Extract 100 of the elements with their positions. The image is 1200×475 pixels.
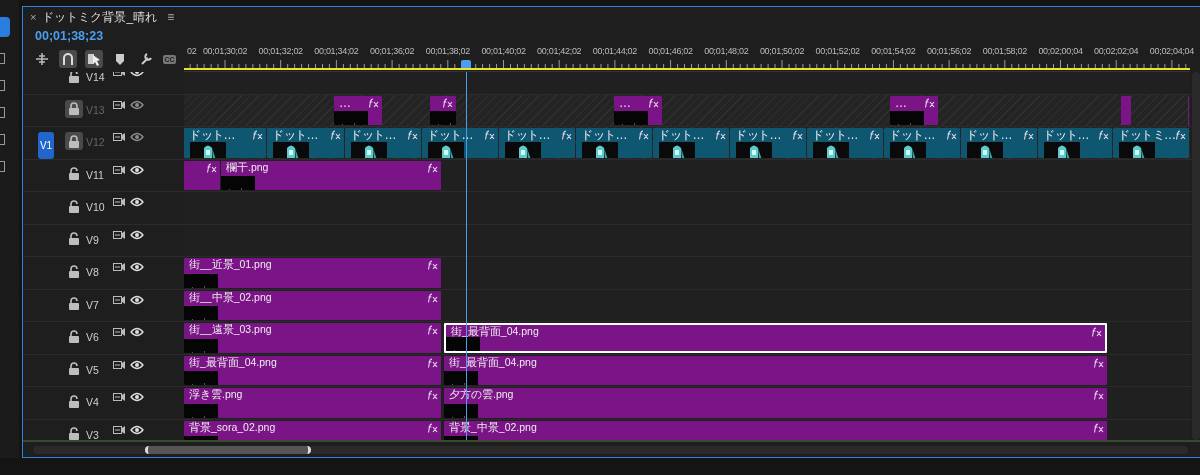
clip[interactable]: 欄干.png xyxy=(221,160,441,190)
fx-icon[interactable] xyxy=(407,130,418,140)
horizontal-scrollbar[interactable] xyxy=(33,445,1188,454)
film-icon[interactable] xyxy=(113,197,125,207)
clip[interactable]: … xyxy=(890,95,938,125)
fx-icon[interactable] xyxy=(1093,390,1104,400)
tool-icon[interactable] xyxy=(0,80,5,91)
clip[interactable]: ドット… xyxy=(1038,128,1112,158)
fx-icon[interactable] xyxy=(442,97,453,108)
menu-button[interactable]: ≡ xyxy=(167,10,175,24)
fx-icon[interactable] xyxy=(1091,327,1102,337)
close-button[interactable]: × xyxy=(30,11,37,23)
clip[interactable] xyxy=(1121,95,1131,125)
track-label[interactable]: V11 xyxy=(86,168,108,181)
track-label[interactable]: V3 xyxy=(86,428,108,440)
clip[interactable] xyxy=(430,95,456,125)
fx-icon[interactable] xyxy=(427,390,438,400)
fx-icon[interactable] xyxy=(427,325,438,335)
clip[interactable] xyxy=(184,160,220,190)
time-label: 00;01;42;02 xyxy=(537,46,582,56)
fx-icon[interactable] xyxy=(715,130,726,140)
clip[interactable]: 街_最背面_04.png xyxy=(184,355,441,385)
time-label: 00;02;04;04 xyxy=(1149,46,1194,56)
fx-icon[interactable] xyxy=(484,130,495,140)
film-icon[interactable] xyxy=(113,424,125,435)
sequence-tab[interactable]: ドットミク背景_晴れ xyxy=(42,8,158,26)
clip-name: ドット… xyxy=(581,128,627,142)
clip[interactable]: ドット… xyxy=(653,128,729,158)
film-icon[interactable] xyxy=(113,294,125,305)
film-icon[interactable] xyxy=(113,262,125,272)
tool-icon[interactable] xyxy=(0,107,5,118)
clip[interactable]: ドット… xyxy=(807,128,883,158)
clip[interactable]: … xyxy=(334,95,382,125)
fx-icon[interactable] xyxy=(638,130,649,140)
film-icon[interactable] xyxy=(113,229,125,240)
clip[interactable]: ドットミ… xyxy=(1113,128,1189,158)
fx-icon[interactable] xyxy=(1098,130,1109,140)
fx-icon[interactable] xyxy=(427,162,438,173)
track-label[interactable]: V4 xyxy=(86,396,108,408)
clip[interactable]: ドット… xyxy=(499,128,575,158)
track-label[interactable]: V6 xyxy=(86,331,108,343)
vertical-scrollbar[interactable] xyxy=(1192,72,1200,440)
clip[interactable]: 街__近景_01.png xyxy=(184,258,441,288)
clip-name: … xyxy=(895,95,907,110)
clip[interactable]: ドット… xyxy=(267,128,344,158)
tool-icon[interactable] xyxy=(0,134,5,145)
clip-name: ドット… xyxy=(812,128,858,142)
track-label[interactable]: V5 xyxy=(86,363,108,376)
clip[interactable]: ドット… xyxy=(422,128,498,158)
clip-name: 街__近景_01.png xyxy=(189,258,272,271)
fx-icon[interactable] xyxy=(427,260,438,270)
scrollbar-thumb[interactable] xyxy=(145,445,311,454)
fx-icon[interactable] xyxy=(792,130,803,140)
selection-tool-button[interactable] xyxy=(0,17,10,37)
clip[interactable]: ドット… xyxy=(576,128,652,158)
clip-name: 街__中景_02.png xyxy=(189,290,272,304)
track-label[interactable]: V14 xyxy=(86,72,108,83)
fx-icon[interactable] xyxy=(368,97,379,108)
clip[interactable]: 浮き雲.png xyxy=(184,388,441,418)
fx-icon[interactable] xyxy=(648,97,659,108)
timecode[interactable]: 00;01;38;23 xyxy=(23,27,104,46)
fx-icon[interactable] xyxy=(561,130,572,140)
clip[interactable]: ドット… xyxy=(345,128,421,158)
track-label[interactable]: V9 xyxy=(86,233,108,246)
fx-icon[interactable] xyxy=(427,357,438,368)
fx-icon[interactable] xyxy=(1093,422,1104,433)
film-icon[interactable] xyxy=(113,327,125,337)
tool-icon[interactable] xyxy=(0,161,5,172)
film-icon[interactable] xyxy=(113,392,125,402)
track-label[interactable]: V10 xyxy=(86,201,108,213)
clip[interactable]: ドット… xyxy=(884,128,960,158)
film-icon[interactable] xyxy=(113,359,125,370)
clip[interactable]: … xyxy=(614,95,662,125)
time-label: 00;01;46;02 xyxy=(648,46,693,56)
tool-icon[interactable] xyxy=(0,53,5,64)
clip[interactable]: ドット… xyxy=(184,128,266,158)
clip[interactable]: ドット… xyxy=(961,128,1037,158)
fx-icon[interactable] xyxy=(1093,357,1104,368)
fx-icon[interactable] xyxy=(427,292,438,303)
clip-name: ドット… xyxy=(272,128,318,142)
film-icon[interactable] xyxy=(113,99,125,110)
fx-icon[interactable] xyxy=(330,130,341,140)
fx-icon[interactable] xyxy=(1023,130,1034,140)
fx-icon[interactable] xyxy=(427,422,438,433)
playhead-handle[interactable] xyxy=(461,60,471,68)
track-label[interactable]: V7 xyxy=(86,298,108,311)
clip[interactable]: 街__中景_02.png xyxy=(184,290,441,320)
film-icon[interactable] xyxy=(113,132,125,142)
fx-icon[interactable] xyxy=(206,162,217,173)
fx-icon[interactable] xyxy=(946,130,957,140)
track-label[interactable]: V8 xyxy=(86,266,108,278)
source-patch-button[interactable]: V1 xyxy=(37,132,55,159)
film-icon[interactable] xyxy=(113,164,125,175)
fx-icon[interactable] xyxy=(869,130,880,140)
clip[interactable]: ドット… xyxy=(730,128,806,158)
fx-icon[interactable] xyxy=(252,130,263,140)
fx-icon[interactable] xyxy=(1175,130,1186,140)
clip[interactable]: 街__遠景_03.png xyxy=(184,323,441,353)
fx-icon[interactable] xyxy=(924,97,935,108)
clip[interactable]: 背景_sora_02.png xyxy=(184,420,441,440)
